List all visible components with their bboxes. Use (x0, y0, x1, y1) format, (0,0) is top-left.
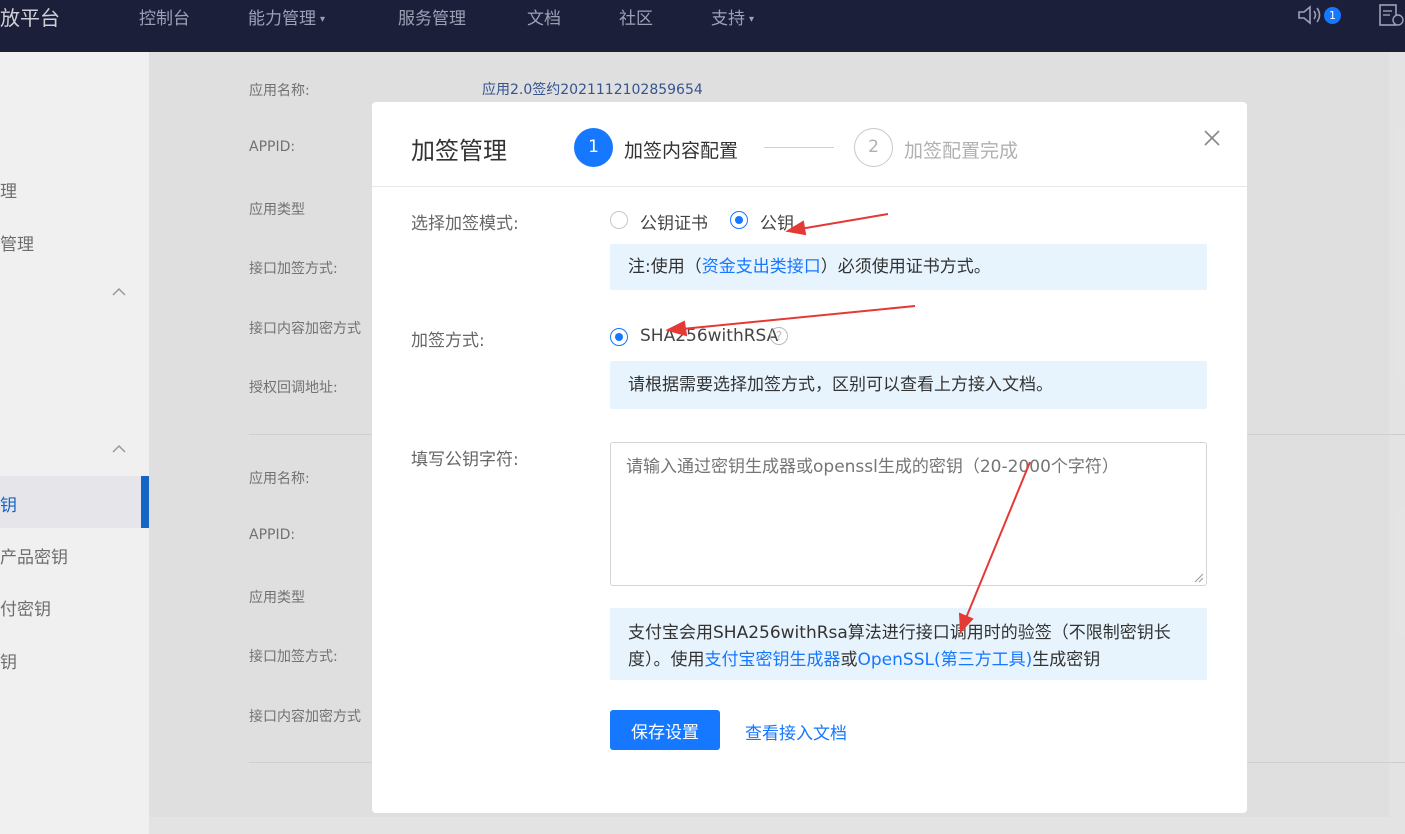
resize-grip-icon[interactable] (1194, 573, 1204, 583)
key-generator-link[interactable]: 支付宝密钥生成器 (705, 650, 841, 670)
sign-method-label: 加签方式: (411, 331, 485, 351)
openssl-link[interactable]: OpenSSL(第三方工具) (858, 650, 1033, 670)
doc-icon[interactable] (1378, 3, 1405, 27)
view-docs-link[interactable]: 查看接入文档 (745, 719, 847, 744)
note-text: 生成密钥 (1032, 650, 1101, 670)
modal-title: 加签管理 (411, 137, 507, 165)
sign-management-modal: 加签管理 1 加签内容配置 2 加签配置完成 选择加签模式: 公钥证书 公钥 注… (372, 102, 1247, 813)
sidebar-active-highlight (0, 476, 149, 528)
nav-docs[interactable]: 文档 (527, 4, 561, 29)
nav-capability[interactable]: 能力管理 ▾ (248, 4, 325, 29)
nav-support[interactable]: 支持 ▾ (711, 4, 754, 29)
radio-sha256[interactable] (610, 328, 628, 346)
sidebar-item-product-key[interactable]: 产品密钥 (0, 543, 68, 568)
step-1-indicator: 1 (574, 128, 613, 167)
radio-public-key[interactable] (730, 211, 748, 229)
notification-badge[interactable]: 1 (1324, 7, 1341, 24)
modal-header-divider (372, 186, 1247, 187)
public-key-label: 填写公钥字符: (411, 450, 519, 470)
chevron-down-icon: ▾ (320, 13, 326, 25)
speaker-icon[interactable] (1297, 4, 1323, 26)
step-2-indicator: 2 (854, 128, 893, 167)
nav-service[interactable]: 服务管理 (398, 4, 466, 29)
sidebar-item-key-active[interactable]: 钥 (0, 491, 17, 516)
sidebar: 理 管理 钥 产品密钥 付密钥 钥 (0, 52, 149, 834)
save-settings-button[interactable]: 保存设置 (610, 710, 720, 750)
fund-api-link[interactable]: 资金支出类接口 (702, 257, 821, 277)
sidebar-item-1[interactable]: 理 (0, 177, 17, 202)
close-icon[interactable] (1202, 128, 1222, 148)
chevron-up-icon[interactable] (112, 444, 126, 454)
radio-public-key-cert[interactable] (610, 211, 628, 229)
chevron-up-icon[interactable] (112, 287, 126, 297)
note-text: 注:使用（ (628, 257, 702, 277)
mode-note: 注:使用（资金支出类接口）必须使用证书方式。 (610, 244, 1207, 290)
help-icon[interactable]: ? (770, 327, 788, 345)
note-text: 或 (840, 650, 858, 670)
sign-mode-label: 选择加签模式: (411, 214, 519, 234)
step-2-label: 加签配置完成 (904, 140, 1019, 162)
brand-title: 放平台 (0, 6, 60, 30)
sidebar-item-pay-key[interactable]: 付密钥 (0, 595, 51, 620)
top-nav: 放平台 控制台 能力管理 ▾ 服务管理 文档 社区 支持 ▾ 1 (0, 0, 1405, 52)
radio-public-key-cert-label[interactable]: 公钥证书 (640, 209, 708, 234)
step-connector (764, 147, 834, 148)
chevron-down-icon: ▾ (749, 13, 755, 25)
radio-public-key-label[interactable]: 公钥 (760, 209, 794, 234)
nav-community[interactable]: 社区 (619, 4, 653, 29)
radio-sha256-label[interactable]: SHA256withRSA (640, 326, 778, 346)
note-text: ）必须使用证书方式。 (820, 257, 991, 277)
sidebar-item-key[interactable]: 钥 (0, 648, 17, 673)
step-1-label: 加签内容配置 (624, 140, 739, 162)
sidebar-item-2[interactable]: 管理 (0, 230, 34, 255)
nav-console[interactable]: 控制台 (139, 4, 190, 29)
public-key-input[interactable] (610, 442, 1207, 586)
key-generator-note: 支付宝会用SHA256withRsa算法进行接口调用时的验签（不限制密钥长度）。… (610, 608, 1207, 680)
sidebar-active-indicator (141, 476, 149, 528)
method-note: 请根据需要选择加签方式，区别可以查看上方接入文档。 (610, 361, 1207, 409)
